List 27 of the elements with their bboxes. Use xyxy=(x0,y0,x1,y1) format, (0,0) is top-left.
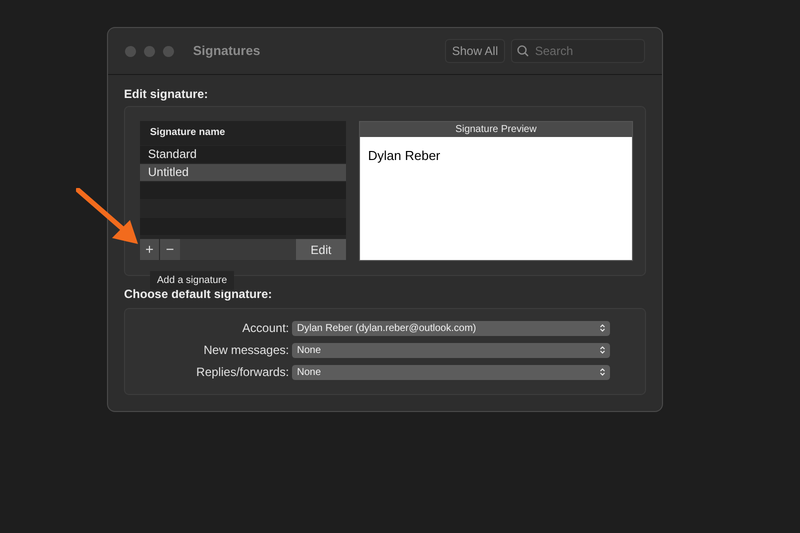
close-button[interactable] xyxy=(125,46,136,56)
field-label: Replies/forwards: xyxy=(195,364,290,381)
preview-header: Signature Preview xyxy=(360,122,632,137)
column-header: Signature name xyxy=(140,121,346,145)
section-title: Edit signature: xyxy=(124,86,210,101)
chevron-icon xyxy=(600,324,605,332)
signature-text: Dylan Reber xyxy=(368,148,440,163)
dropdown[interactable]: None xyxy=(292,342,610,358)
chevron-icon xyxy=(600,346,605,354)
dropdown[interactable]: None xyxy=(292,364,610,380)
list-item[interactable]: Untitled xyxy=(140,164,346,181)
edit-button[interactable]: Edit xyxy=(296,239,346,260)
add-button[interactable]: + xyxy=(140,239,160,260)
field-label: New messages: xyxy=(202,342,290,359)
tooltip: Add a signature xyxy=(150,271,234,290)
list-item[interactable]: Standard xyxy=(140,146,346,163)
dropdown[interactable]: Dylan Reber (dylan.reber@outlook.com) xyxy=(292,320,610,336)
field-label: Account: xyxy=(241,320,290,337)
search-icon xyxy=(517,45,529,57)
minimize-button[interactable] xyxy=(144,46,155,56)
arrow-drawing xyxy=(76,188,140,246)
chevron-icon xyxy=(600,368,605,376)
show-all-button[interactable]: Show All xyxy=(444,39,505,63)
window-title: Signatures xyxy=(193,42,260,60)
search-field[interactable]: Search xyxy=(511,39,645,63)
remove-button[interactable]: − xyxy=(160,239,180,260)
zoom-button[interactable] xyxy=(163,46,174,56)
